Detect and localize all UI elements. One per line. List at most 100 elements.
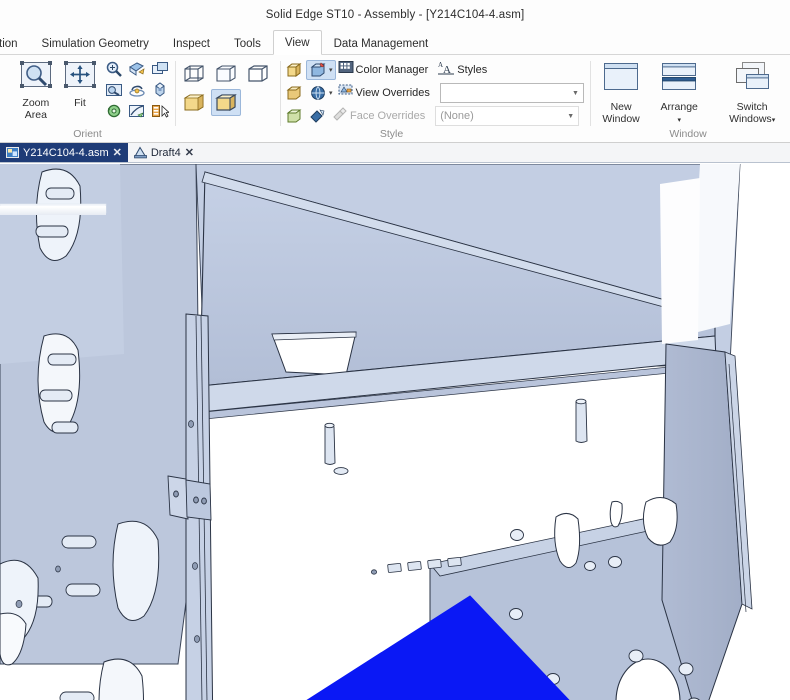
viewport-left-overlay-strip [0, 206, 106, 215]
chevron-down-icon[interactable]: ▾ [772, 117, 776, 124]
look-at-face-icon[interactable] [103, 80, 125, 100]
ribbon-tab-simulation-geometry[interactable]: Simulation Geometry [30, 31, 161, 55]
ribbon-tab-label: Inspect [173, 38, 210, 50]
chevron-down-icon[interactable]: ▼ [567, 113, 574, 120]
style-combo[interactable]: ▼ [440, 83, 584, 103]
switch-windows-label-line1: Switch [737, 101, 768, 113]
close-icon[interactable]: ✕ [113, 146, 122, 159]
part-face-style-icon[interactable] [284, 83, 304, 103]
face-overrides-combo[interactable]: (None) ▼ [435, 106, 579, 126]
ribbon-group-style: ▾ [280, 55, 590, 142]
styles-label: Styles [457, 64, 487, 76]
view-overrides-label: View Overrides [356, 87, 430, 99]
zoom-area-label: Zoom Area [22, 98, 49, 121]
fit-button[interactable]: Fit [59, 58, 101, 110]
face-overrides-icon [332, 106, 348, 126]
document-tab-assembly[interactable]: Y214C104-4.asm ✕ [0, 143, 128, 162]
new-window-label: New Window [602, 102, 639, 125]
zoom-area-button[interactable]: Zoom Area [15, 58, 57, 121]
ribbon-group-title-style: Style [284, 127, 499, 142]
sketch-view-icon[interactable] [126, 101, 148, 121]
ribbon-tab-tools[interactable]: Tools [222, 31, 273, 55]
color-manager-label: Color Manager [356, 64, 429, 76]
ribbon-tab-view[interactable]: View [273, 30, 322, 55]
face-style-icon[interactable] [284, 106, 304, 126]
zoom-area-label-line2: Area [25, 109, 47, 121]
styles-command[interactable]: A A Styles [438, 59, 487, 81]
hidden-line-icon[interactable] [211, 60, 241, 87]
color-manager-command[interactable]: Color Manager [338, 59, 429, 81]
chevron-down-icon[interactable]: ▾ [329, 89, 333, 97]
shaded-with-edges-icon[interactable] [211, 89, 241, 116]
rear-right-wash [660, 164, 740, 344]
ribbon-group-window: New Window Arrange [590, 55, 786, 142]
ribbon-tab-label: Tools [234, 38, 261, 50]
ribbon-tab-inspect[interactable]: Inspect [161, 31, 222, 55]
ribbon-group-title-orient: Orient [4, 127, 171, 142]
spin-icon[interactable] [103, 101, 125, 121]
zoom-window-icon[interactable] [149, 59, 171, 79]
window-title: Solid Edge ST10 - Assembly - [Y214C104-4… [266, 9, 525, 21]
orient-small-tools [103, 58, 171, 121]
switch-windows-label-line2: Windows [729, 113, 772, 125]
title-bar: Solid Edge ST10 - Assembly - [Y214C104-4… [0, 0, 790, 30]
ribbon-tab-label: tion [0, 38, 18, 50]
view-style-buttons [179, 58, 273, 116]
switch-windows-icon [728, 60, 776, 99]
pan-icon[interactable] [126, 59, 148, 79]
switch-windows-button[interactable]: Switch Windows▾ [722, 60, 782, 126]
wireframe-icon[interactable] [179, 60, 209, 87]
ribbon-group-orient: Zoom Area [0, 55, 175, 142]
new-window-button[interactable]: New Window [594, 60, 648, 125]
view-overrides-command[interactable]: View Overrides [338, 82, 430, 104]
ribbon-group-views [175, 55, 280, 142]
ribbon-tab-strip[interactable]: tion Simulation Geometry Inspect Tools V… [0, 30, 790, 55]
chevron-down-icon[interactable]: ▾ [677, 117, 681, 124]
new-window-label-line2: Window [602, 113, 639, 125]
document-tab-bar[interactable]: Y214C104-4.asm ✕ Draft4 ✕ [0, 143, 790, 163]
arrange-label-line1: Arrange [661, 101, 698, 113]
ribbon-tab-label: Data Management [334, 38, 429, 50]
ribbon-tab-data-management[interactable]: Data Management [322, 31, 441, 55]
close-icon[interactable]: ✕ [185, 146, 194, 159]
chevron-down-icon[interactable]: ▼ [572, 90, 579, 97]
assembly-style-override-button[interactable]: ▾ [306, 60, 336, 80]
fit-icon [62, 60, 98, 95]
ribbon-tab-label: View [285, 37, 310, 49]
document-tab-draft[interactable]: Draft4 ✕ [128, 143, 200, 162]
fit-label: Fit [74, 98, 86, 110]
shaded-icon[interactable] [179, 89, 209, 116]
view-overrides-icon [338, 83, 354, 103]
color-manager-icon [338, 60, 354, 80]
arrange-label: Arrange ▾ [661, 102, 698, 126]
chevron-down-icon[interactable]: ▾ [329, 66, 333, 74]
face-overrides-label: Face Overrides [350, 110, 425, 122]
ribbon-tab-label: Simulation Geometry [42, 38, 149, 50]
part-painter-icon[interactable] [284, 60, 304, 80]
new-window-icon [599, 60, 643, 99]
zoom-area-label-line1: Zoom [22, 97, 49, 109]
ribbon: Zoom Area [0, 55, 790, 143]
styles-icon: A A [438, 60, 455, 80]
arrange-button[interactable]: Arrange ▾ [652, 60, 706, 126]
solid-edge-window: Solid Edge ST10 - Assembly - [Y214C104-4… [0, 0, 790, 700]
rotate-icon[interactable] [126, 80, 148, 100]
common-views-icon[interactable] [149, 80, 171, 100]
visible-edges-icon[interactable] [243, 60, 273, 87]
assembly-3d-model [0, 164, 790, 700]
render-mode-button[interactable] [306, 106, 330, 126]
draft-document-icon [134, 146, 147, 159]
document-tab-label: Y214C104-4.asm [23, 147, 109, 159]
zoom-area-icon [18, 60, 54, 95]
view-style-globe-button[interactable]: ▾ [306, 83, 336, 103]
zoom-icon[interactable] [103, 59, 125, 79]
style-toggle-column: ▾ [284, 58, 584, 127]
select-tool-icon[interactable] [149, 101, 171, 121]
face-overrides-combo-value: (None) [440, 110, 474, 122]
ribbon-tab-tion[interactable]: tion [0, 31, 30, 55]
graphics-viewport[interactable] [0, 164, 790, 700]
switch-windows-label: Switch Windows▾ [729, 102, 775, 126]
assembly-document-icon [6, 146, 19, 159]
svg-text:A: A [443, 64, 451, 75]
arrange-icon [657, 60, 701, 99]
